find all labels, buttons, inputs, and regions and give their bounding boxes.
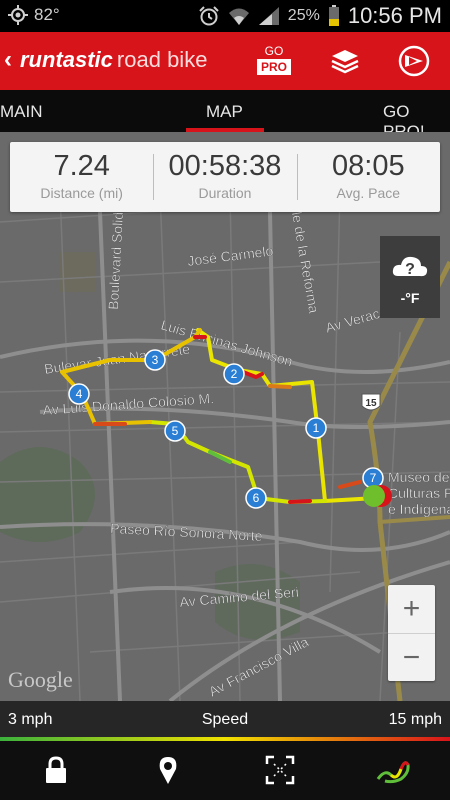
weather-temperature: -°F bbox=[400, 290, 420, 306]
location-pin-icon[interactable] bbox=[153, 755, 183, 785]
speed-legend: 3 mph Speed 15 mph bbox=[0, 701, 450, 741]
route-marker[interactable]: 6 bbox=[245, 487, 267, 509]
svg-text:2: 2 bbox=[231, 367, 238, 381]
svg-text:15: 15 bbox=[365, 398, 377, 409]
speed-route-icon[interactable] bbox=[375, 755, 411, 785]
tab-map[interactable]: MAP bbox=[206, 102, 243, 122]
app-bar: ‹ runtastic road bike GO PRO bbox=[0, 32, 450, 90]
svg-text:6: 6 bbox=[253, 491, 260, 505]
map-view[interactable]: José Carmelo Boulevard Solidaridad Calle… bbox=[0, 132, 450, 701]
pro-label: PRO bbox=[257, 59, 292, 75]
wifi-icon bbox=[228, 8, 249, 25]
battery-percentage: 25% bbox=[287, 7, 320, 24]
weather-unknown-icon: ? bbox=[392, 256, 428, 278]
svg-text:7: 7 bbox=[370, 471, 377, 485]
poi-label: Museo de bbox=[388, 469, 450, 485]
fullscreen-icon[interactable] bbox=[265, 755, 295, 785]
tab-main[interactable]: MAIN bbox=[0, 102, 43, 122]
stat-value: 00:58:38 bbox=[168, 150, 282, 182]
stat-distance: 7.24 Distance (mi) bbox=[10, 142, 153, 212]
route-marker[interactable]: 5 bbox=[164, 420, 186, 442]
go-pro-button[interactable]: GO PRO bbox=[257, 44, 292, 75]
app-logo[interactable]: runtastic road bike bbox=[20, 47, 207, 73]
poi-label: Culturas P bbox=[388, 485, 450, 501]
signal-icon bbox=[258, 7, 279, 25]
street-label: Paseo Río Sonora Norte bbox=[110, 520, 263, 544]
speed-max-label: 15 mph bbox=[388, 711, 442, 728]
zoom-out-button[interactable]: − bbox=[388, 633, 435, 681]
zoom-controls: + − bbox=[388, 585, 435, 681]
story-run-icon[interactable] bbox=[397, 44, 431, 78]
gps-icon bbox=[8, 5, 28, 25]
route-marker[interactable]: 7 bbox=[362, 467, 384, 489]
go-label: GO bbox=[264, 44, 284, 58]
speed-title: Speed bbox=[201, 711, 249, 728]
stat-avg-pace: 08:05 Avg. Pace bbox=[296, 142, 440, 212]
app-screen: 82° 25% 10:56 PM ‹ runtastic road bike G… bbox=[0, 0, 450, 800]
stats-card: 7.24 Distance (mi) 00:58:38 Duration 08:… bbox=[10, 142, 440, 212]
lock-icon[interactable] bbox=[41, 755, 71, 785]
brand-main: runtastic bbox=[20, 47, 113, 72]
stat-value: 08:05 bbox=[332, 150, 405, 182]
google-attribution: Google bbox=[8, 667, 73, 692]
brand-sub: road bike bbox=[116, 47, 208, 72]
svg-text:1: 1 bbox=[313, 421, 320, 435]
route-marker[interactable]: 3 bbox=[144, 349, 166, 371]
stat-label: Avg. Pace bbox=[336, 185, 401, 201]
weather-widget[interactable]: ? -°F bbox=[380, 236, 440, 318]
layers-icon[interactable] bbox=[328, 44, 362, 78]
tab-bar: MAIN MAP GO PRO! bbox=[0, 90, 450, 141]
start-marker[interactable] bbox=[363, 485, 385, 507]
status-bar: 82° 25% 10:56 PM bbox=[0, 0, 450, 32]
stat-label: Duration bbox=[198, 185, 252, 201]
poi-label: e Indígena bbox=[388, 501, 450, 517]
alarm-icon bbox=[199, 6, 219, 26]
stat-duration: 00:58:38 Duration bbox=[153, 142, 296, 212]
highway-shield: 15 bbox=[361, 393, 381, 411]
route-marker[interactable]: 2 bbox=[223, 363, 245, 385]
battery-icon bbox=[328, 5, 339, 26]
route-marker[interactable]: 4 bbox=[68, 383, 90, 405]
zoom-in-button[interactable]: + bbox=[388, 585, 435, 633]
status-temperature: 82° bbox=[34, 5, 60, 24]
route-marker[interactable]: 1 bbox=[305, 417, 327, 439]
bottom-toolbar bbox=[0, 741, 450, 800]
back-chevron-icon[interactable]: ‹ bbox=[4, 46, 12, 74]
svg-text:3: 3 bbox=[152, 353, 159, 367]
svg-text:5: 5 bbox=[172, 424, 179, 438]
stat-value: 7.24 bbox=[53, 150, 110, 182]
svg-text:4: 4 bbox=[76, 387, 83, 401]
map-canvas: José Carmelo Boulevard Solidaridad Calle… bbox=[0, 172, 450, 701]
status-time: 10:56 PM bbox=[347, 3, 442, 28]
svg-text:?: ? bbox=[405, 261, 415, 278]
stat-label: Distance (mi) bbox=[40, 185, 123, 201]
